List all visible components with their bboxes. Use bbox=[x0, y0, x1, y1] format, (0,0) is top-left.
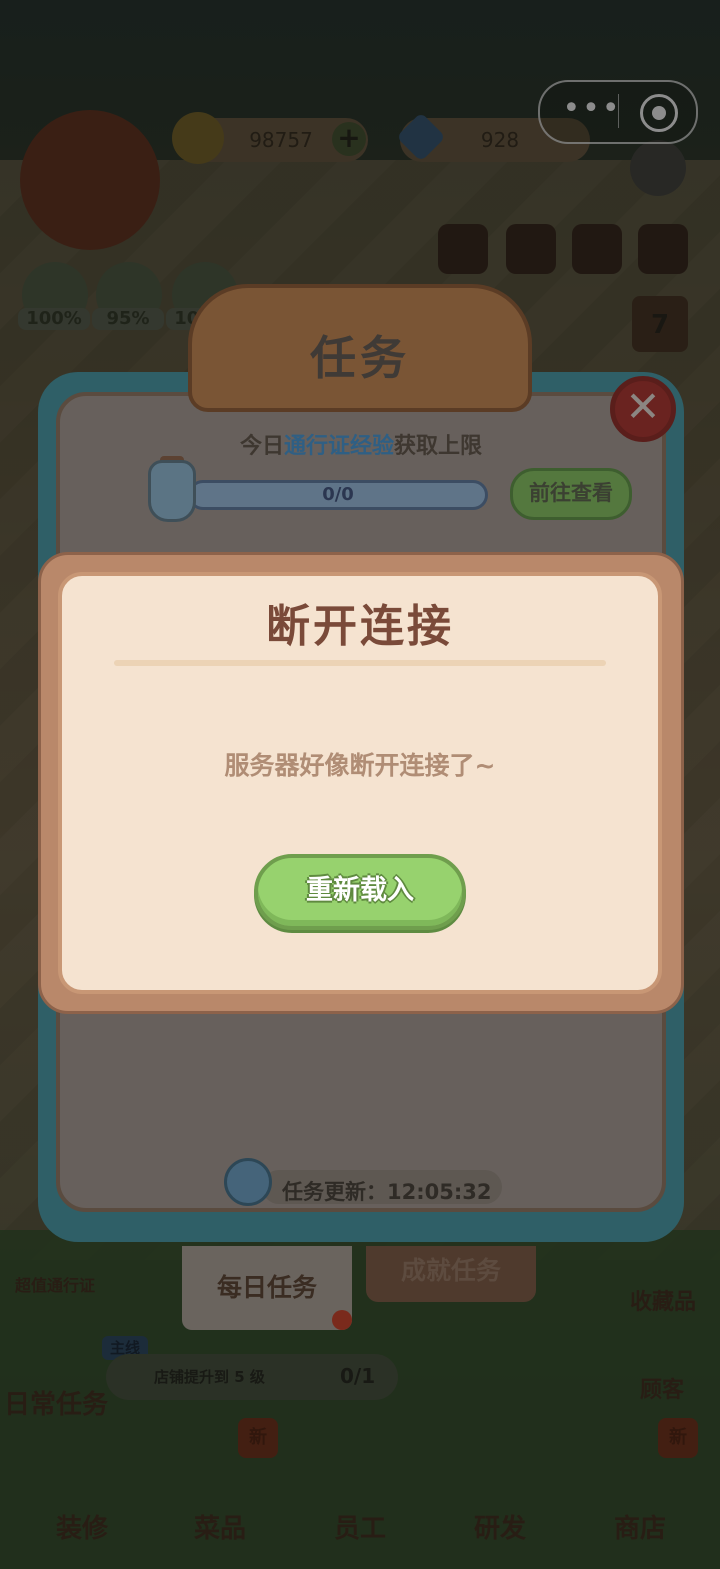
refresh-timer-text: 任务更新：12:05:32 bbox=[282, 1176, 491, 1206]
tab-daily-missions[interactable]: 每日任务 bbox=[182, 1246, 352, 1330]
pass-exp-limit-text: 今日通行证经验获取上限 bbox=[56, 428, 666, 460]
mission-panel-title: 任务 bbox=[310, 331, 410, 385]
reload-button[interactable]: 重新载入 bbox=[254, 854, 466, 930]
tab-achievement-missions[interactable]: 成就任务 bbox=[366, 1246, 536, 1302]
notification-dot bbox=[332, 1310, 352, 1330]
refresh-label: 任务更新： bbox=[282, 1180, 387, 1204]
pass-suffix: 获取上限 bbox=[394, 434, 483, 459]
stopwatch-icon bbox=[224, 1158, 272, 1206]
dialog-divider bbox=[114, 660, 606, 666]
pass-prefix: 今日 bbox=[239, 434, 284, 459]
pass-exp-progress-text: 0/0 bbox=[322, 484, 354, 505]
exp-bottle-icon bbox=[148, 460, 196, 522]
goto-view-button[interactable]: 前往查看 bbox=[510, 468, 632, 520]
dialog-message: 服务器好像断开连接了~ bbox=[224, 751, 496, 780]
refresh-time: 12:05:32 bbox=[387, 1180, 492, 1204]
dialog-title: 断开连接 bbox=[266, 601, 454, 652]
pass-highlight: 通行证经验 bbox=[283, 434, 394, 459]
